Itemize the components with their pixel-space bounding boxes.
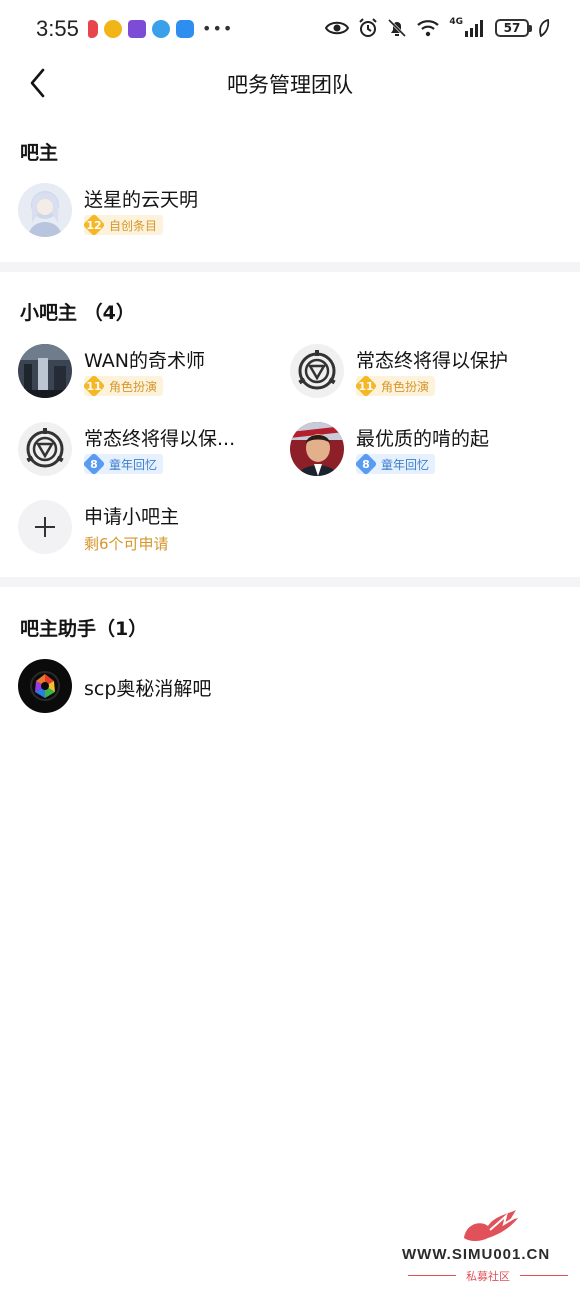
level-gem-icon: 8 [83,453,105,475]
level-gem-icon: 11 [83,375,105,397]
avatar [18,659,72,713]
moderator-user[interactable]: WAN的奇术师 11 角色扮演 [18,344,278,402]
user-name: scp奥秘消解吧 [84,678,212,700]
avatar [18,344,72,398]
level-badge: 12 自创条目 [83,214,164,236]
app-notification-icon [88,19,98,38]
user-name: 常态终将得以保护 [356,350,509,372]
level-badge: 8 童年回忆 [355,453,436,475]
owner-user[interactable]: 送星的云天明 12 自创条目 [18,183,278,241]
avatar [18,422,72,476]
system-icons: 4G 57 [325,17,550,38]
avatar [290,422,344,476]
network-type: 4G [449,17,463,27]
avatar [18,183,72,237]
moderators-section-title: 小吧主 （4） [20,302,135,324]
alarm-off-icon [359,18,378,37]
page-title: 吧务管理团队 [227,73,353,97]
watermark-text: WWW.SIMU001.CN [402,1246,551,1263]
app-notification-icon [152,19,170,38]
battery-indicator: 57 [495,19,532,37]
level-gem-icon: 12 [83,214,105,236]
badge-tag: 角色扮演 [381,379,430,394]
leaf-icon [539,19,550,37]
apply-label: 申请小吧主 [84,506,180,528]
app-notification-icon [128,19,146,38]
eye-icon [325,21,350,35]
wifi-icon [417,20,440,37]
section-divider [0,577,580,587]
badge-tag: 童年回忆 [381,457,430,472]
moderator-user[interactable]: 最优质的啃的起 8 童年回忆 [290,422,560,480]
user-name: 常态终将得以保... [84,428,236,450]
moderator-user[interactable]: 常态终将得以保... 8 童年回忆 [18,422,278,480]
badge-tag: 童年回忆 [109,457,158,472]
user-name: WAN的奇术师 [84,350,205,372]
level-gem-icon: 8 [355,453,377,475]
watermark-subtext: 私募社区 [466,1270,510,1283]
assistants-section-title: 吧主助手（1） [20,618,148,640]
moderator-user[interactable]: 常态终将得以保护 11 角色扮演 [290,344,560,402]
signal-icon [465,20,483,37]
navigation-header: 吧务管理团队 [0,60,580,106]
badge-tag: 自创条目 [109,218,158,233]
cloud-icon [176,19,194,38]
mute-bell-icon [388,18,407,38]
watermark: WWW.SIMU001.CN 私募社区 [402,1208,574,1284]
plus-icon [18,500,72,554]
weibo-icon [104,19,122,38]
level-gem-icon: 11 [355,375,377,397]
owner-section-title: 吧主 [20,142,59,164]
watermark-logo [464,1210,518,1241]
more-notifications-icon: ••• [202,19,234,38]
apply-moderator-button[interactable]: 申请小吧主 剩6个可申请 [18,500,278,558]
user-name: 送星的云天明 [84,189,199,211]
status-time: 3:55 [36,16,79,41]
level-badge: 11 角色扮演 [83,375,164,397]
avatar [290,344,344,398]
badge-tag: 角色扮演 [109,379,158,394]
level-badge: 11 角色扮演 [355,375,436,397]
section-divider [0,262,580,272]
notification-icons: ••• [88,19,233,38]
watermark-divider [520,1275,568,1276]
status-bar: 3:55 ••• 4G 57 [0,0,580,60]
apply-remaining: 剩6个可申请 [84,535,169,553]
assistant-user[interactable]: scp奥秘消解吧 [18,659,318,717]
user-name: 最优质的啃的起 [356,428,490,450]
level-badge: 8 童年回忆 [83,453,164,475]
